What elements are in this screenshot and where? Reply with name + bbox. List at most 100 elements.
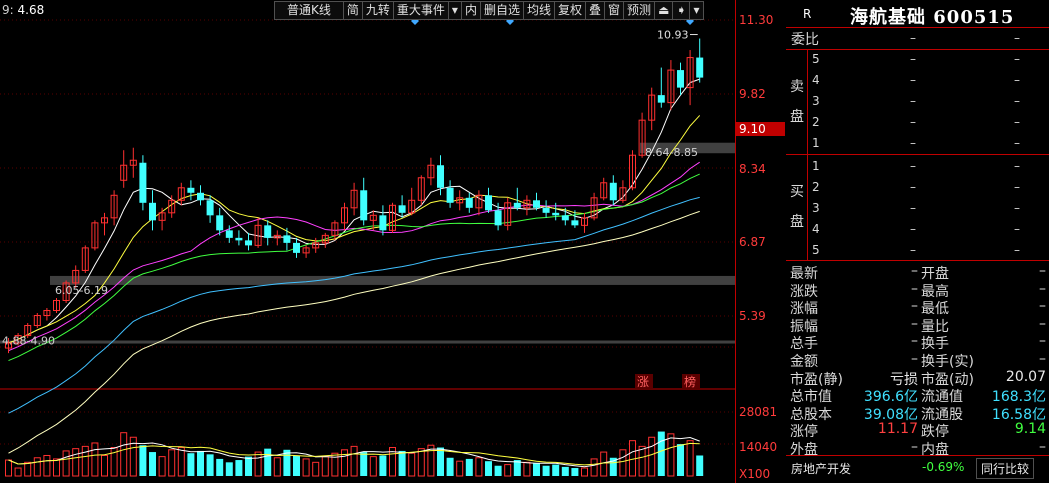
volume-bar xyxy=(581,467,588,477)
candle-body xyxy=(657,95,665,103)
ma-lines-button[interactable]: 均线 xyxy=(522,1,555,20)
forecast-button[interactable]: 预测 xyxy=(623,1,656,20)
kline-chart[interactable]: 10.93 8.64-8.85 6.05-6.19 4.88-4.90 涨 榜 xyxy=(0,0,735,483)
events-dropdown-icon[interactable]: ▾ xyxy=(447,1,462,20)
volume-bar xyxy=(398,450,406,476)
stat-value: 9.14 xyxy=(1014,421,1046,438)
chart-toolbar: 普通K线 简 九转 重大事件 ▾ 内 删自选 均线 复权 叠 窗 预测 ⏏ ➧ … xyxy=(274,1,704,20)
sell-volume: – xyxy=(1014,94,1020,108)
candle-body xyxy=(187,187,195,193)
stat-value: – xyxy=(1039,298,1046,315)
current-price-marker: 9.10 xyxy=(736,122,785,136)
volume-bar xyxy=(446,457,454,476)
quote-panel: R 海航基础 600515 委比 – – 卖 盘 5– – 4– – 3– – 2– –… xyxy=(786,0,1049,483)
quote-stats: 最新 – 开盘 – 涨跌 – 最高 – 涨幅 – 最低 – 振幅 – 量比 – 总手 – 换手 – 金额 – 换手(实) – 市… xyxy=(786,261,1049,458)
gap-label-upper: 8.64-8.85 xyxy=(645,146,698,159)
lock-icon[interactable]: ⏏ xyxy=(654,1,674,20)
axis-volume-top: 28081 xyxy=(739,405,778,419)
candle-body xyxy=(513,202,521,208)
sell-row: 3 – – xyxy=(812,92,1048,112)
stat-row: 外盘 – 内盘 – xyxy=(790,439,1048,458)
buy-volume: – xyxy=(1014,180,1020,194)
volume-bar xyxy=(350,445,358,477)
volume-bar xyxy=(590,458,598,477)
volume-bar xyxy=(33,457,41,477)
axis-price-2: 9.82 xyxy=(739,87,766,101)
weibi-row: 委比 – – xyxy=(786,28,1049,50)
volume-bar xyxy=(533,463,540,476)
export-icon[interactable]: ➧ xyxy=(672,1,691,20)
candle-body xyxy=(283,235,291,243)
buy-price: – xyxy=(910,180,916,194)
candle-body xyxy=(216,215,224,231)
kline-chart-area[interactable]: 10.93 8.64-8.85 6.05-6.19 4.88-4.90 涨 榜 9: 4.… xyxy=(0,0,735,483)
volume-bar xyxy=(302,458,310,477)
zhang-badge-text: 涨 xyxy=(637,374,649,389)
rzrq-badge: R xyxy=(803,7,812,21)
stat-value: – xyxy=(911,298,918,315)
stat-row: 金额 – 换手(实) – xyxy=(790,351,1048,370)
volume-bar xyxy=(235,460,243,476)
buy-level: 5 xyxy=(812,243,820,257)
nei-button[interactable]: 内 xyxy=(460,1,481,20)
stat-value: – xyxy=(911,280,918,297)
buy-volume: – xyxy=(1014,159,1020,173)
simple-button[interactable]: 简 xyxy=(342,1,363,20)
menu-dropdown-icon[interactable]: ▾ xyxy=(689,1,704,20)
sell-row: 2 – – xyxy=(812,113,1048,133)
stock-name: 海航基础 600515 xyxy=(850,7,1015,28)
buy-row: 2 – – xyxy=(812,178,1048,198)
volume-bar xyxy=(264,448,272,476)
volume-bar xyxy=(657,431,665,476)
volume-bar xyxy=(456,460,464,477)
candle-body xyxy=(197,192,204,201)
sell-level: 1 xyxy=(812,136,820,150)
volume-bar xyxy=(552,464,560,476)
volume-bar xyxy=(187,453,195,476)
volume-bar xyxy=(53,458,60,477)
buy-volume: – xyxy=(1014,222,1020,236)
volume-bar xyxy=(158,456,166,477)
candle-body xyxy=(206,200,214,216)
industry-name[interactable]: 房地产开发 xyxy=(791,460,851,477)
fuquan-button[interactable]: 复权 xyxy=(554,1,587,20)
ma120-line xyxy=(8,210,700,454)
window-button[interactable]: 窗 xyxy=(604,1,625,20)
buy-volume: – xyxy=(1014,201,1020,215)
high-price-label: 10.93 xyxy=(657,29,689,42)
candle-body xyxy=(446,187,454,203)
volume-bar xyxy=(24,461,32,477)
volume-bar xyxy=(62,450,70,477)
candle-body xyxy=(149,202,156,221)
volume-bar xyxy=(5,459,12,477)
axis-price-5: 5.39 xyxy=(739,309,766,323)
overlay-button[interactable]: 叠 xyxy=(585,1,606,20)
sell-side-label: 卖 盘 xyxy=(786,50,808,154)
major-events-button[interactable]: 重大事件 xyxy=(392,1,449,20)
candle-body xyxy=(139,162,147,203)
volume-bar xyxy=(91,442,99,477)
buy-row: 4 – – xyxy=(812,220,1048,240)
stat-row: 涨幅 – 最低 – xyxy=(790,298,1048,317)
jiuzhuan-button[interactable]: 九转 xyxy=(361,1,394,20)
price-axis: 11.30 9.82 9.10 8.34 6.87 5.39 28081 140… xyxy=(735,0,785,483)
candle-body xyxy=(235,237,243,241)
stat-value: – xyxy=(911,263,918,279)
stat-value: – xyxy=(1039,351,1046,367)
buy-price: – xyxy=(910,201,916,215)
stat-row: 涨跌 – 最高 – xyxy=(790,280,1048,300)
volume-bar xyxy=(101,454,108,477)
delete-watchlist-button[interactable]: 删自选 xyxy=(479,1,524,20)
buy-level: 3 xyxy=(812,201,820,215)
candle-body xyxy=(552,212,560,216)
sell-row: 1 – – xyxy=(812,134,1048,154)
sell-volume: – xyxy=(1014,52,1020,66)
candle-body xyxy=(571,220,579,226)
candle-body xyxy=(225,230,233,238)
volume-bar xyxy=(360,452,368,476)
kline-type-button[interactable]: 普通K线 xyxy=(274,1,344,20)
candle-body xyxy=(561,215,569,221)
buy-row: 5 – – xyxy=(812,241,1048,261)
volume-bar xyxy=(504,464,512,477)
peer-compare-button[interactable]: 同行比较 xyxy=(976,458,1035,479)
